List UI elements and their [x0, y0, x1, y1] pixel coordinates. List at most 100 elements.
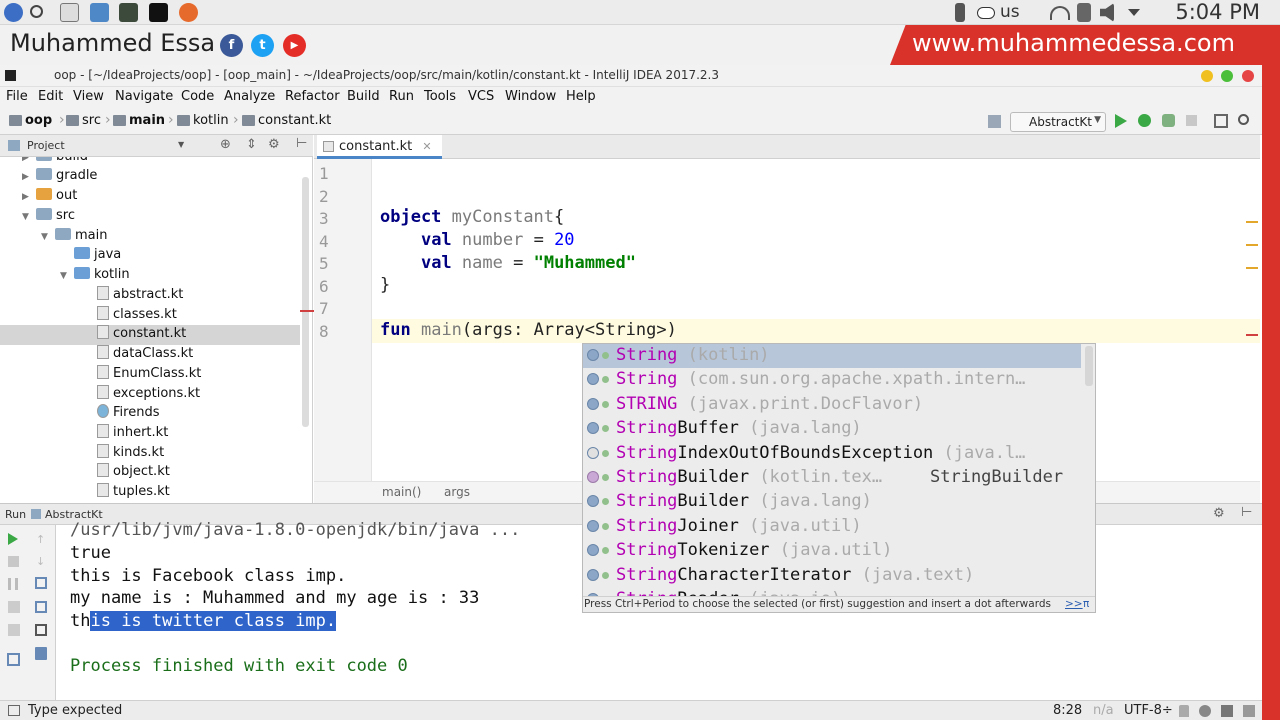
completion-item[interactable]: StringTokenizer (java.util) [583, 539, 1083, 563]
menu-navigate[interactable]: Navigate [115, 89, 173, 104]
clipboard-icon[interactable] [1077, 3, 1091, 22]
event-log-icon[interactable] [1221, 705, 1233, 717]
fedora-icon[interactable] [4, 3, 23, 22]
gear-icon[interactable]: ⚙ [1213, 506, 1225, 521]
tree-item-firends[interactable]: Firends [97, 404, 159, 424]
menu-window[interactable]: Window [505, 89, 556, 104]
completion-item[interactable]: StringBuffer (java.lang) [583, 417, 1083, 441]
project-structure-icon[interactable] [1214, 114, 1228, 128]
completion-item[interactable]: String (com.sun.org.apache.xpath.intern… [583, 368, 1083, 392]
warning-marker[interactable] [1246, 244, 1258, 246]
menu-tools[interactable]: Tools [424, 89, 456, 104]
file-encoding[interactable]: UTF-8÷ [1124, 703, 1173, 718]
exit-icon[interactable] [8, 624, 20, 636]
volume-icon[interactable] [1100, 3, 1114, 22]
layout-icon[interactable] [7, 653, 20, 666]
tree-item-dataclass[interactable]: dataClass.kt [97, 345, 193, 365]
files-icon[interactable] [90, 3, 109, 22]
completion-popup[interactable]: String (kotlin) String (com.sun.org.apac… [582, 343, 1096, 613]
menu-build[interactable]: Build [347, 89, 380, 104]
dump-threads-icon[interactable] [8, 601, 20, 613]
breadcrumb-oop[interactable]: oop [9, 113, 52, 128]
tree-item-enumclass[interactable]: EnumClass.kt [97, 365, 201, 385]
tree-item-gradle[interactable]: ▶ gradle [22, 168, 97, 188]
firefox-icon[interactable] [179, 3, 198, 22]
tree-item-kinds[interactable]: kinds.kt [97, 444, 164, 464]
completion-hint-link[interactable]: >> [1065, 598, 1083, 610]
hide-panel-icon[interactable]: ⊢ [1241, 505, 1252, 520]
arrow-up-icon[interactable]: ↑ [36, 533, 45, 546]
notifications-icon[interactable] [1243, 705, 1255, 717]
chevron-down-icon[interactable]: ▼ [178, 140, 184, 149]
tree-item-main[interactable]: ▼ main [41, 228, 107, 248]
coverage-icon[interactable] [1162, 114, 1175, 127]
inspector-icon[interactable] [1199, 705, 1211, 717]
breadcrumb-main-fn[interactable]: main() [382, 485, 421, 499]
gear-icon[interactable]: ⚙ [268, 137, 280, 152]
menu-analyze[interactable]: Analyze [224, 89, 275, 104]
run-panel-label[interactable]: Run [5, 508, 26, 521]
completion-item[interactable]: String (kotlin) [583, 344, 1081, 368]
search-icon[interactable] [1238, 114, 1249, 125]
maximize-button[interactable] [1221, 70, 1233, 82]
menu-help[interactable]: Help [566, 89, 596, 104]
menu-refactor[interactable]: Refactor [285, 89, 340, 104]
clock[interactable]: 5:04 PM [1175, 0, 1260, 25]
close-icon[interactable]: ✕ [422, 140, 431, 153]
menu-code[interactable]: Code [181, 89, 214, 104]
trash-icon[interactable] [35, 647, 47, 660]
rerun-icon[interactable] [8, 533, 18, 545]
tree-item-abstract[interactable]: abstract.kt [97, 286, 183, 306]
system-monitor-icon[interactable] [119, 3, 138, 22]
menu-file[interactable]: File [6, 89, 28, 104]
minimize-button[interactable] [1201, 70, 1213, 82]
debug-icon[interactable] [1138, 114, 1151, 127]
caret-position[interactable]: 8:28 [1053, 703, 1082, 718]
pause-icon[interactable] [8, 578, 18, 590]
search-icon[interactable] [30, 5, 43, 18]
close-button[interactable] [1242, 70, 1254, 82]
tree-item-constant[interactable]: constant.kt [0, 325, 300, 345]
warning-marker[interactable] [1246, 221, 1258, 223]
tree-item-kotlin[interactable]: ▼ kotlin [60, 267, 130, 287]
completion-item[interactable]: STRING (javax.print.DocFlavor) [583, 393, 1083, 417]
menu-edit[interactable]: Edit [38, 89, 63, 104]
breadcrumb-args[interactable]: args [444, 485, 470, 499]
run-config-dropdown[interactable]: AbstractKt ▼ [1010, 112, 1106, 132]
tree-item-object[interactable]: object.kt [97, 463, 170, 483]
tree-item-src[interactable]: ▼ src [22, 208, 75, 228]
stop-icon[interactable] [8, 556, 19, 567]
soft-wrap-icon[interactable] [35, 577, 47, 589]
tree-item-java[interactable]: java [74, 247, 121, 267]
completion-item[interactable]: StringJoiner (java.util) [583, 515, 1083, 539]
breadcrumb-kotlin[interactable]: kotlin [177, 113, 229, 128]
menu-vcs[interactable]: VCS [468, 89, 494, 104]
tree-item-exceptions[interactable]: exceptions.kt [97, 385, 200, 405]
warning-marker[interactable] [1246, 267, 1258, 269]
collapse-icon[interactable]: ⇕ [246, 137, 257, 152]
breadcrumb-file[interactable]: constant.kt [242, 113, 331, 128]
run-icon[interactable] [1115, 114, 1127, 128]
breadcrumb-main[interactable]: main [113, 113, 165, 128]
intellij-icon[interactable] [149, 3, 168, 22]
tab-constant-kt[interactable]: constant.kt ✕ [317, 135, 442, 159]
popup-scrollbar[interactable] [1085, 346, 1093, 386]
stop-icon[interactable] [1186, 115, 1197, 126]
menu-view[interactable]: View [73, 89, 104, 104]
tree-item-tuples[interactable]: tuples.kt [97, 483, 170, 503]
tree-item-inhert[interactable]: inhert.kt [97, 424, 168, 444]
tool-windows-icon[interactable] [8, 705, 20, 716]
scroll-to-end-icon[interactable] [35, 601, 47, 613]
breadcrumb-src[interactable]: src [66, 113, 101, 128]
menu-run[interactable]: Run [389, 89, 414, 104]
chevron-down-icon[interactable] [1128, 9, 1140, 16]
wifi-icon[interactable] [1050, 6, 1070, 20]
lock-icon[interactable] [1179, 705, 1189, 717]
keyboard-locale[interactable]: us [1000, 0, 1020, 25]
tree-item-out[interactable]: ▶ out [22, 188, 77, 208]
completion-item[interactable]: StringIndexOutOfBoundsException (java.l… [583, 442, 1083, 466]
project-header-label[interactable]: Project [27, 139, 65, 152]
tree-scrollbar[interactable] [302, 177, 309, 427]
error-marker[interactable] [1246, 334, 1258, 336]
arrow-down-icon[interactable]: ↓ [36, 555, 45, 568]
